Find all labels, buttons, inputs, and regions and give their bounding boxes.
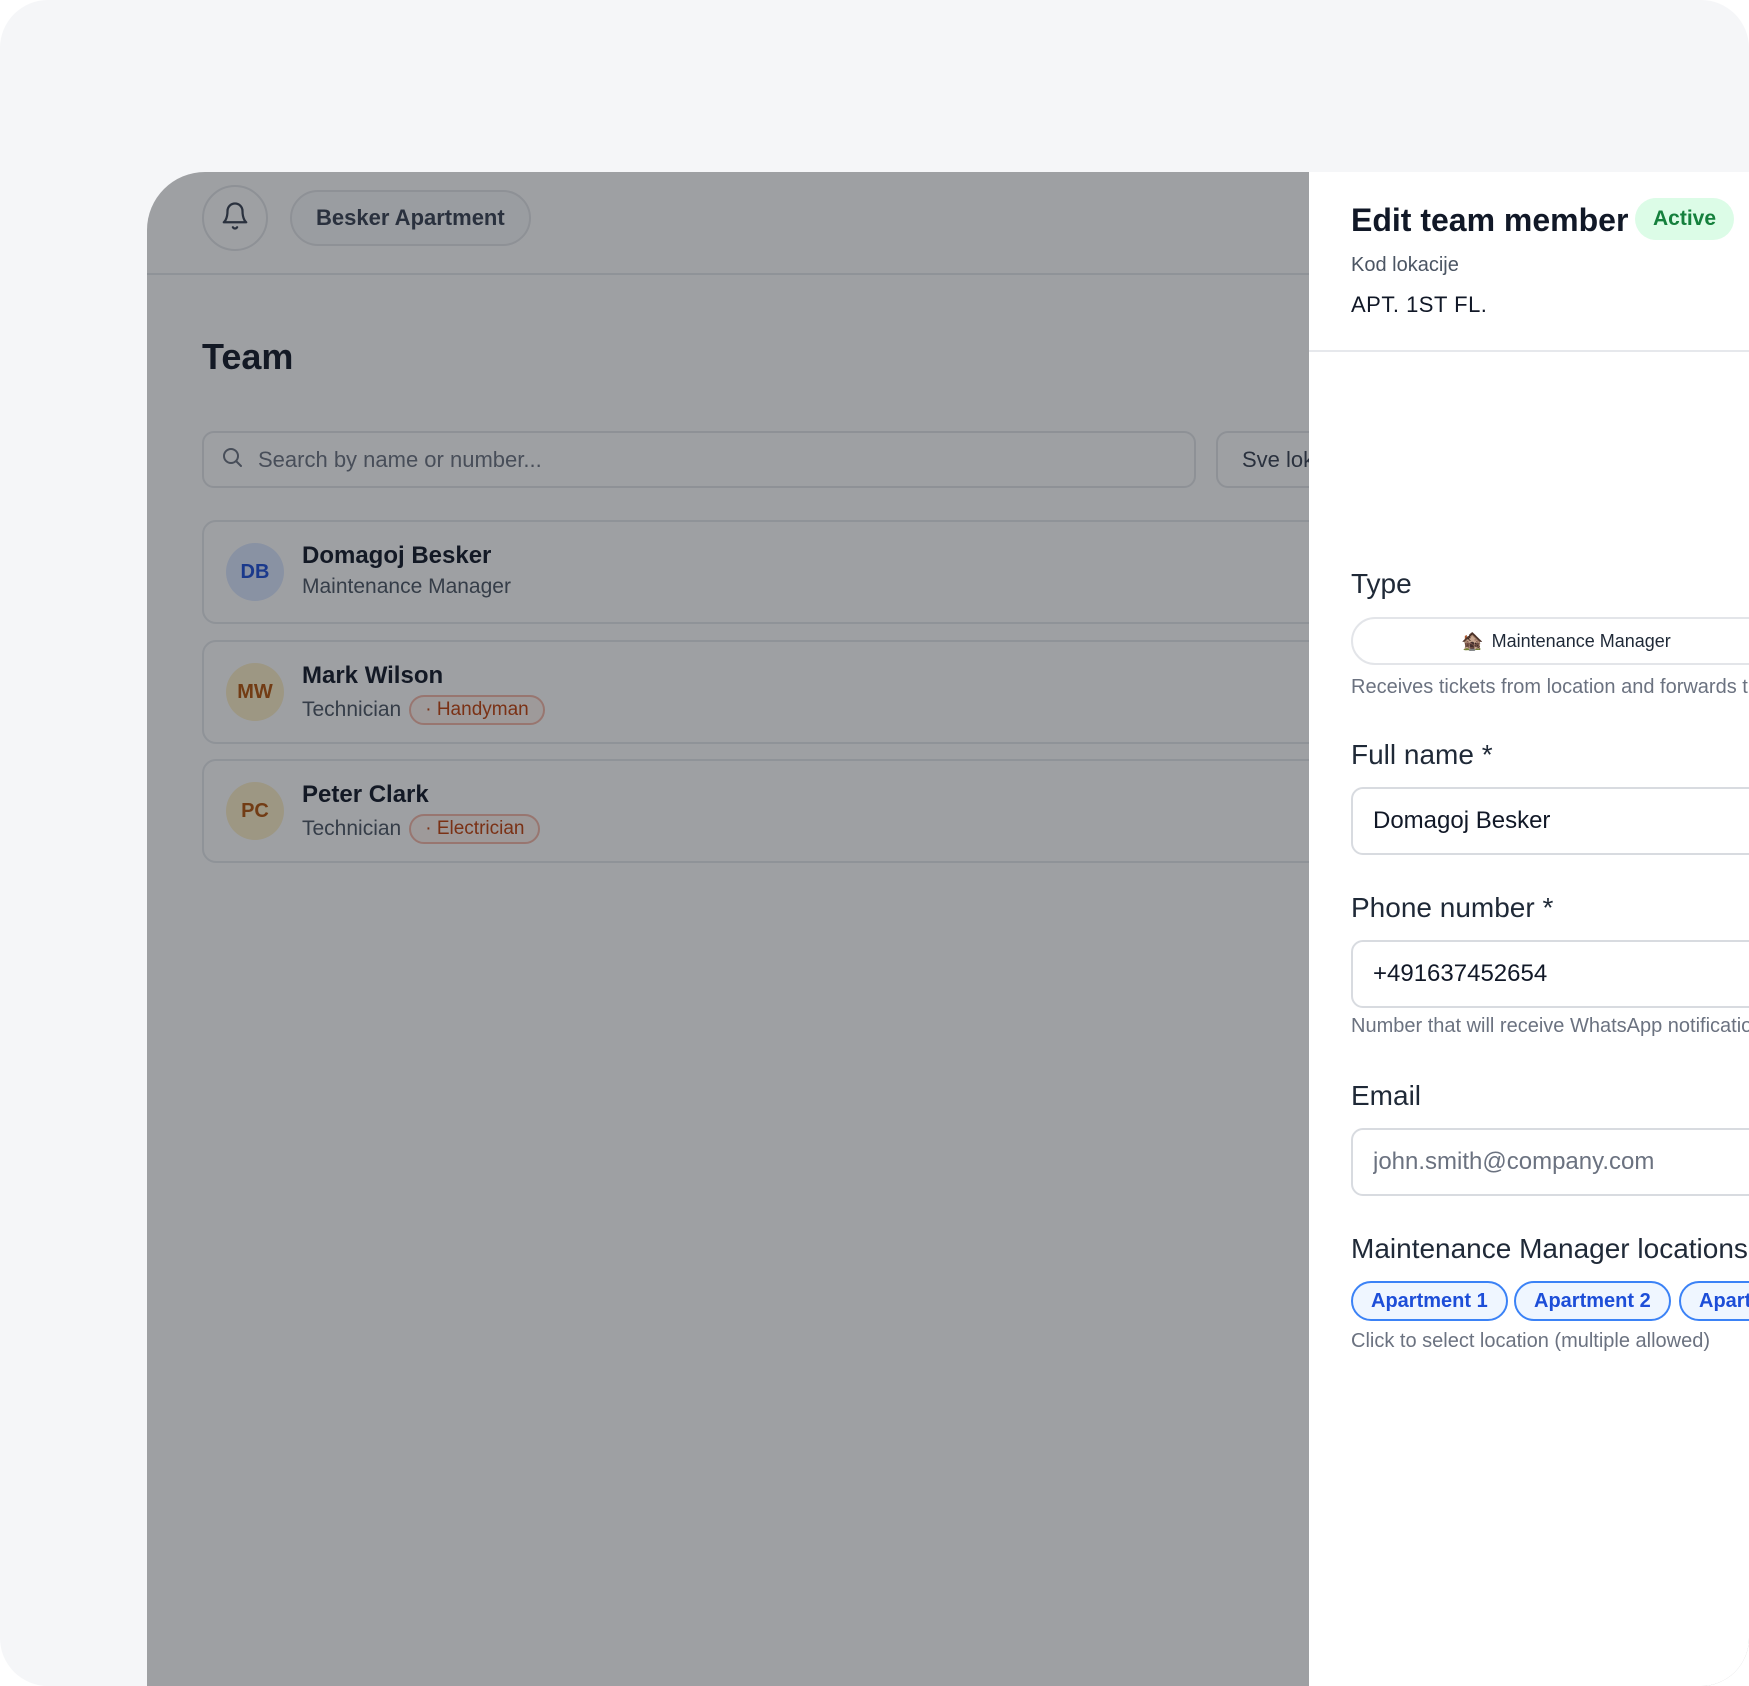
edit-member-panel: Edit team member Active Kod lokacije APT… [1309, 172, 1749, 1686]
email-label: Email [1351, 1080, 1422, 1111]
type-option-label: Maintenance Manager [1491, 630, 1671, 651]
full-name-input[interactable] [1353, 807, 1749, 835]
type-label: Type [1351, 568, 1412, 599]
app-window: Besker Apartment Team Sve lokacije DB Do… [147, 172, 1749, 1686]
phone-label: Phone number * [1351, 892, 1554, 923]
type-option-maintenance-manager[interactable]: 🏚️ Maintenance Manager [1351, 617, 1749, 665]
location-pill-apartment-2[interactable]: Apartment 2 [1514, 1281, 1671, 1321]
full-name-label: Full name * [1351, 739, 1493, 770]
phone-input[interactable] [1353, 960, 1749, 988]
location-code-label: Kod lokacije [1351, 254, 1459, 276]
screen-background: Besker Apartment Team Sve lokacije DB Do… [0, 0, 1749, 1686]
locations-label: Maintenance Manager locations [1351, 1233, 1748, 1264]
location-pill-apartment-1[interactable]: Apartment 1 [1351, 1281, 1508, 1321]
house-icon: 🏚️ [1461, 630, 1484, 651]
phone-help-text: Number that will receive WhatsApp notifi… [1351, 1015, 1749, 1037]
locations-help-text: Click to select location (multiple allow… [1351, 1330, 1711, 1352]
type-help-text: Receives tickets from location and forwa… [1351, 676, 1749, 698]
panel-header: Edit team member Active Kod lokacije APT… [1309, 172, 1749, 352]
email-field[interactable] [1351, 1128, 1749, 1196]
email-input[interactable] [1353, 1148, 1749, 1176]
phone-field[interactable] [1351, 940, 1749, 1008]
status-badge: Active [1635, 198, 1735, 240]
location-code-value: APT. 1ST FL. [1351, 292, 1488, 317]
full-name-field[interactable] [1351, 787, 1749, 855]
panel-title: Edit team member [1351, 202, 1629, 238]
location-pill-apartment-3[interactable]: Apartment 3 [1679, 1281, 1749, 1321]
